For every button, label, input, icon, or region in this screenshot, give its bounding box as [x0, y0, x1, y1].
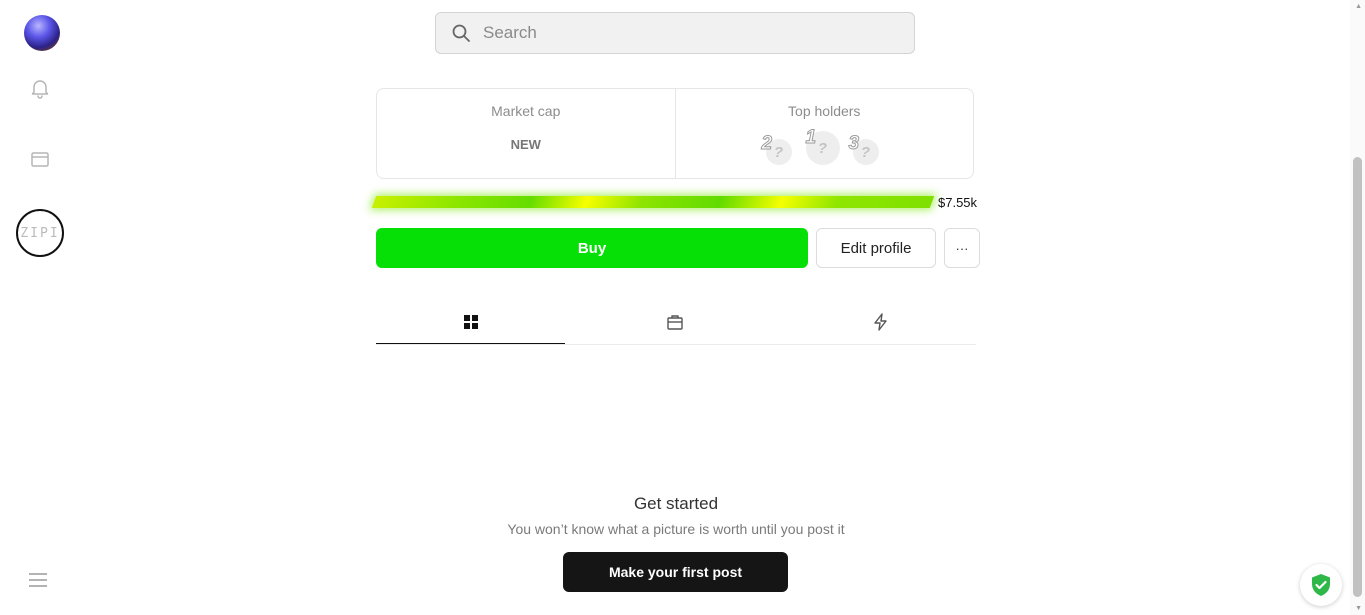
scroll-down-arrow-icon[interactable]: ▼ [1355, 605, 1362, 612]
zip-profile-badge[interactable]: ZIPI [16, 209, 64, 257]
stats-card: Market cap NEW Top holders ? 2 ? 1 ? 3 [376, 88, 974, 179]
holder-rank: 2 [761, 133, 773, 155]
holder-rank: 1 [805, 127, 817, 149]
tab-collections[interactable] [580, 300, 769, 344]
holder-avatar[interactable]: ? 2 [761, 133, 792, 165]
bag-icon [666, 315, 683, 330]
lightning-icon [873, 313, 887, 331]
scrollbar-thumb[interactable] [1353, 157, 1362, 597]
more-options-button[interactable]: ··· [944, 228, 980, 268]
avatar[interactable] [24, 15, 60, 51]
buy-button[interactable]: Buy [376, 228, 808, 268]
more-dots-icon: ··· [955, 240, 969, 256]
search-icon [452, 24, 470, 42]
bonding-progress-bar [371, 196, 935, 208]
market-cap-value: NEW [510, 137, 541, 152]
security-shield-button[interactable] [1300, 564, 1342, 606]
scrollbar[interactable]: ▲ ▼ [1350, 0, 1365, 615]
top-holders-list: ? 2 ? 1 ? 3 [676, 127, 974, 167]
empty-state-title: Get started [633, 494, 719, 513]
make-first-post-button[interactable]: Make your first post [563, 552, 788, 592]
market-cap-label: Market cap [491, 103, 561, 119]
empty-state-subtitle: You won’t know what a picture is worth u… [507, 521, 845, 537]
market-cap-stat: Market cap NEW [377, 89, 675, 178]
bell-icon[interactable] [28, 76, 52, 100]
tab-activity[interactable] [786, 300, 975, 344]
top-holders-stat: Top holders ? 2 ? 1 ? 3 [674, 89, 974, 178]
shield-check-icon [1312, 574, 1330, 596]
edit-profile-button[interactable]: Edit profile [816, 228, 936, 268]
profile-tabs [376, 300, 976, 345]
grid-icon [463, 314, 478, 329]
progress-label: $7.55k [938, 195, 978, 210]
search-input[interactable] [481, 22, 914, 44]
scroll-up-arrow-icon[interactable]: ▲ [1355, 3, 1362, 10]
wallet-icon[interactable] [28, 147, 52, 171]
zip-badge-label: ZIPI [20, 225, 60, 241]
holder-rank: 3 [848, 133, 860, 155]
search-bar [435, 12, 915, 54]
holder-avatar[interactable]: ? 1 [805, 127, 840, 165]
sidebar: ZIPI [0, 0, 80, 615]
menu-icon[interactable] [28, 570, 48, 590]
top-holders-label: Top holders [788, 103, 861, 119]
holder-avatar[interactable]: ? 3 [848, 133, 879, 165]
tab-grid[interactable] [376, 300, 565, 344]
